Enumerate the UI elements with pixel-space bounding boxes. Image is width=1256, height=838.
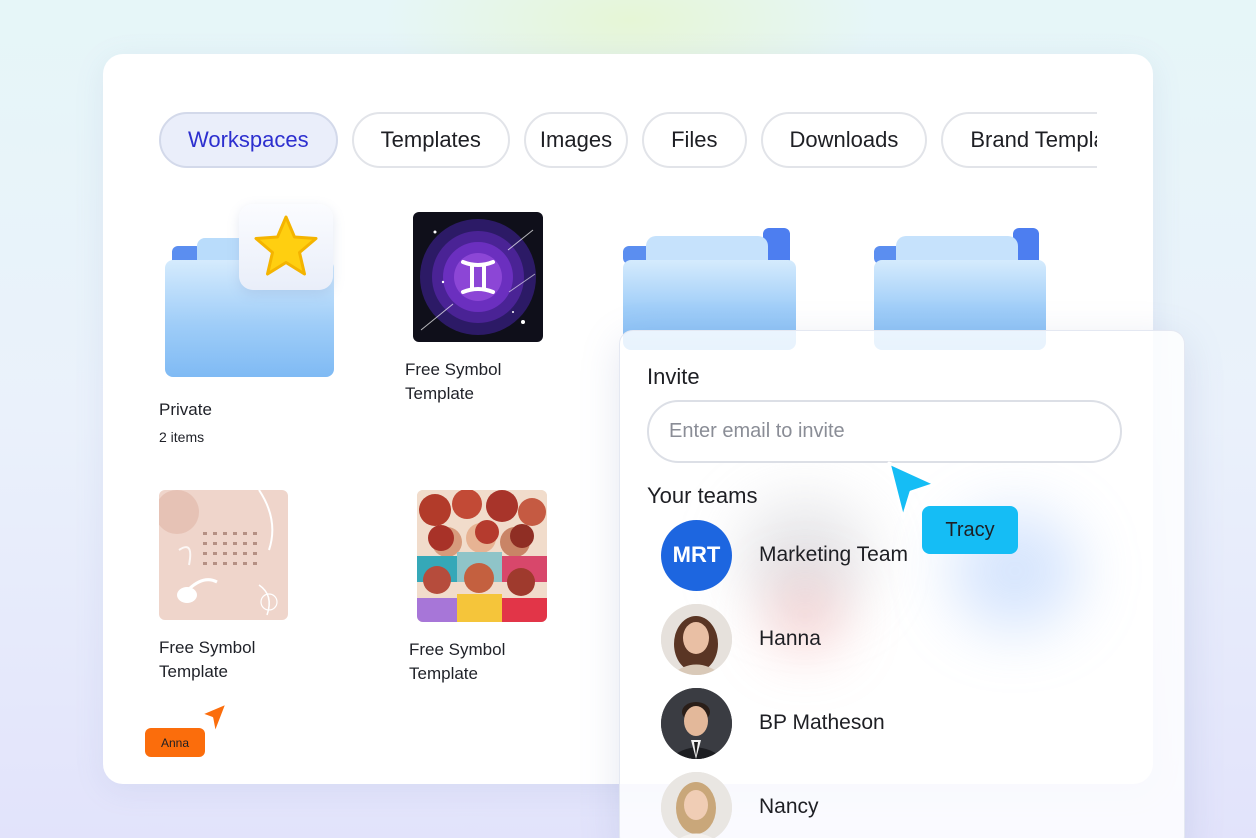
- template-card[interactable]: Free Symbol Template: [153, 484, 313, 694]
- member-name: Nancy: [759, 795, 819, 818]
- avatar: [661, 687, 732, 759]
- star-card: [239, 204, 333, 290]
- invite-panel: Invite Your teams MRT Marketing Team Han…: [619, 330, 1185, 838]
- tab-images[interactable]: Images: [523, 112, 629, 168]
- tab-downloads[interactable]: Downloads: [760, 112, 928, 168]
- item-subtitle: 2 items: [159, 429, 205, 445]
- tab-brand-templates[interactable]: Brand Templates: [941, 112, 1097, 168]
- item-title: Free Symbol Template: [409, 640, 506, 683]
- teams-title: Your teams: [647, 483, 758, 508]
- tab-files[interactable]: Files: [642, 112, 747, 168]
- avatar: [661, 603, 732, 675]
- avatar: [661, 771, 732, 838]
- folder[interactable]: [613, 214, 796, 350]
- invite-title: Invite: [647, 364, 700, 389]
- member-name: Hanna: [759, 627, 821, 650]
- invite-email-input[interactable]: [647, 400, 1122, 463]
- team-member-row[interactable]: Nancy: [661, 771, 1101, 838]
- cursor-arrow-icon: [199, 701, 229, 736]
- tab-templates[interactable]: Templates: [351, 112, 510, 168]
- member-name: Marketing Team: [759, 543, 909, 566]
- template-thumbnail: [413, 212, 543, 342]
- team-member-row[interactable]: BP Matheson: [661, 687, 1101, 759]
- team-member-row[interactable]: MRT Marketing Team: [661, 519, 1101, 591]
- folder[interactable]: [863, 214, 1046, 350]
- cursor-label-anna: Anna: [145, 728, 205, 757]
- member-name: BP Matheson: [759, 711, 885, 734]
- template-thumbnail: [159, 490, 288, 620]
- star-icon: [254, 215, 318, 276]
- template-thumbnail: [417, 490, 547, 622]
- template-card[interactable]: Free Symbol Template: [403, 484, 563, 694]
- template-card[interactable]: Free Symbol Template: [403, 204, 563, 414]
- item-title: Private: [159, 400, 212, 419]
- cursor-label-tracy: Tracy: [922, 506, 1018, 554]
- private-folder[interactable]: Private 2 items: [103, 54, 363, 454]
- team-avatar: MRT: [661, 519, 732, 591]
- team-member-row[interactable]: Hanna: [661, 603, 1101, 675]
- item-title: Free Symbol Template: [405, 360, 502, 403]
- item-title: Free Symbol Template: [159, 638, 256, 681]
